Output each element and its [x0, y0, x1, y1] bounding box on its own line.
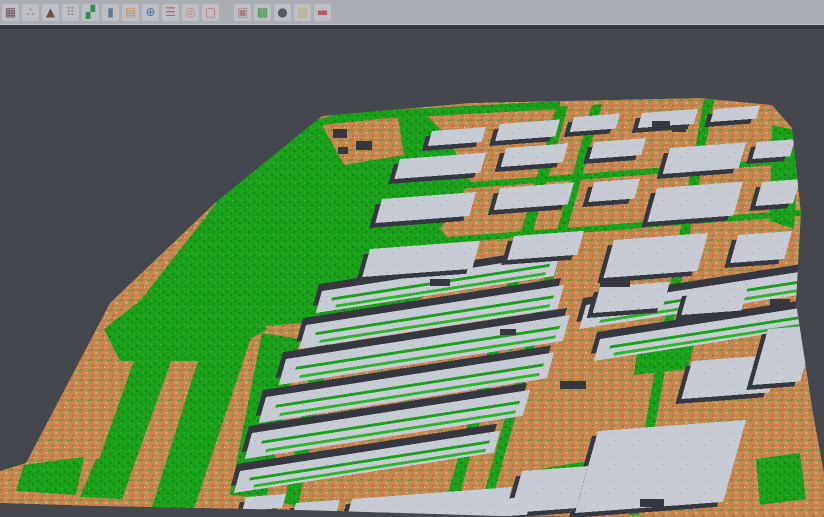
measure-icon-glyph: ▥: [297, 4, 308, 21]
measure-icon[interactable]: ▥: [294, 4, 311, 21]
building-roof: [755, 179, 800, 206]
building-roof: [648, 182, 744, 222]
classification-icon-glyph: ▩: [257, 4, 268, 21]
building-roof: [681, 287, 748, 316]
shadow-mark: [770, 299, 790, 307]
terrain-icon-glyph: ▞: [86, 4, 95, 21]
ortho-image-icon[interactable]: ▤: [122, 4, 139, 21]
point-cloud: [0, 98, 824, 517]
column-icon-glyph: ▮: [107, 4, 114, 21]
shadow-mark: [560, 381, 586, 389]
mountain-icon[interactable]: ▲: [42, 4, 59, 21]
colored-points-icon-glyph: ∴: [27, 4, 35, 21]
shadow-mark: [640, 499, 664, 507]
target-icon-glyph: ◎: [185, 4, 195, 21]
main-toolbar: ▦ ∴ ▲ ⠿ ▞ ▮ ▤ ⊕ ☰ ◎ ▢ ▣ ▩ ● ▥ ▬: [0, 0, 824, 25]
small-structure: [356, 141, 372, 150]
point-cloud-scene: [0, 29, 824, 517]
scatter-points-icon-glyph: ⠿: [66, 4, 75, 21]
shadow-mark: [430, 279, 450, 286]
list-icon-glyph: ☰: [165, 4, 176, 21]
colored-points-icon[interactable]: ∴: [22, 4, 39, 21]
building-roof: [603, 233, 708, 278]
vegetation-strip: [756, 453, 806, 505]
shadow-mark: [500, 329, 516, 335]
globe-icon[interactable]: ⊕: [142, 4, 159, 21]
clip-box-icon[interactable]: ▣: [234, 4, 251, 21]
list-icon[interactable]: ☰: [162, 4, 179, 21]
viewport-3d[interactable]: [0, 29, 824, 517]
dataset-icon[interactable]: ▦: [2, 4, 19, 21]
flag-icon[interactable]: ▬: [314, 4, 331, 21]
small-structure: [333, 129, 347, 138]
small-structure: [338, 147, 348, 154]
flag-icon-glyph: ▬: [317, 4, 328, 21]
terrain-icon[interactable]: ▞: [82, 4, 99, 21]
shadow-mark: [652, 121, 670, 129]
clip-box-icon-glyph: ▣: [237, 4, 248, 21]
crop-icon-glyph: ▢: [205, 4, 216, 21]
ortho-image-icon-glyph: ▤: [125, 4, 136, 21]
sphere-icon[interactable]: ●: [274, 4, 291, 21]
scatter-points-icon[interactable]: ⠿: [62, 4, 79, 21]
application-window: ▦ ∴ ▲ ⠿ ▞ ▮ ▤ ⊕ ☰ ◎ ▢ ▣ ▩ ● ▥ ▬: [0, 0, 824, 517]
building-roof: [730, 231, 792, 263]
target-icon[interactable]: ◎: [182, 4, 199, 21]
shadow-mark: [672, 125, 686, 132]
shadow-mark: [600, 279, 630, 287]
sphere-icon-glyph: ●: [277, 4, 287, 21]
classification-icon[interactable]: ▩: [254, 4, 271, 21]
dataset-icon-glyph: ▦: [5, 4, 16, 21]
globe-icon-glyph: ⊕: [145, 4, 155, 21]
column-icon[interactable]: ▮: [102, 4, 119, 21]
crop-icon[interactable]: ▢: [202, 4, 219, 21]
building-roof: [752, 139, 795, 159]
building-roof: [588, 179, 640, 202]
mountain-icon-glyph: ▲: [46, 4, 55, 21]
